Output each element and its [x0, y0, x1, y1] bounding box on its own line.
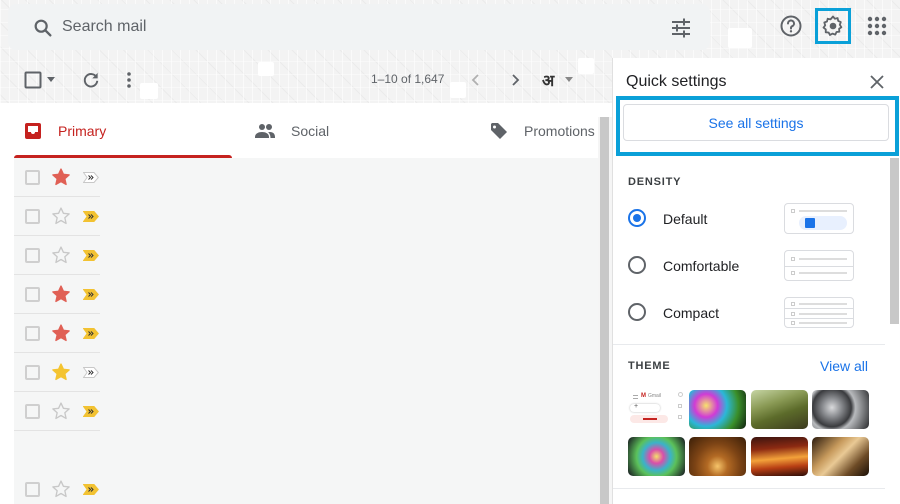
radio-button[interactable] — [628, 303, 646, 321]
caret-down-icon[interactable] — [565, 77, 573, 82]
tab-social[interactable]: Social — [255, 103, 329, 158]
quick-settings-title: Quick settings — [626, 73, 727, 90]
importance-marker-icon[interactable] — [83, 484, 99, 495]
caret-down-icon[interactable] — [47, 77, 55, 82]
importance-marker-icon[interactable] — [83, 328, 99, 339]
density-heading: DENSITY — [628, 176, 682, 188]
background-decoration — [140, 83, 158, 99]
close-icon[interactable] — [868, 73, 886, 91]
mail-row[interactable] — [14, 314, 100, 353]
background-decoration — [578, 58, 594, 74]
section-divider — [613, 488, 885, 489]
row-checkbox[interactable] — [25, 365, 40, 380]
density-preview-default — [784, 203, 854, 234]
star-outline-icon[interactable] — [51, 479, 71, 499]
importance-marker-icon[interactable] — [83, 211, 99, 222]
help-icon[interactable] — [779, 14, 803, 38]
see-all-settings-button[interactable]: See all settings — [623, 104, 889, 141]
star-filled-icon[interactable] — [51, 167, 71, 187]
star-outline-icon[interactable] — [51, 401, 71, 421]
theme-thumb-forest[interactable] — [751, 390, 808, 429]
inbox-icon — [25, 122, 41, 139]
theme-heading: THEME — [628, 360, 671, 372]
mail-row[interactable] — [14, 353, 100, 392]
star-filled-icon[interactable] — [51, 323, 71, 343]
row-checkbox[interactable] — [25, 287, 40, 302]
star-filled-icon[interactable] — [51, 362, 71, 382]
category-tabs: Primary Social Promotions — [0, 103, 598, 158]
importance-marker-icon[interactable] — [83, 367, 99, 378]
row-checkbox[interactable] — [25, 170, 40, 185]
star-filled-icon[interactable] — [51, 284, 71, 304]
select-all-checkbox[interactable] — [24, 71, 42, 89]
row-checkbox[interactable] — [25, 209, 40, 224]
row-checkbox[interactable] — [25, 404, 40, 419]
search-input[interactable] — [62, 12, 642, 42]
radio-button[interactable] — [628, 209, 646, 227]
search-bar — [8, 4, 710, 50]
row-checkbox[interactable] — [25, 248, 40, 263]
chevron-left-icon[interactable] — [471, 73, 481, 87]
gear-icon — [822, 15, 843, 36]
tab-primary[interactable]: Primary — [24, 103, 106, 158]
theme-thumb-default[interactable]: M Gmail + — [628, 390, 685, 429]
mail-row[interactable] — [14, 197, 100, 236]
theme-thumb-colorful-lights[interactable] — [628, 437, 685, 476]
search-icon[interactable] — [32, 17, 54, 39]
refresh-icon[interactable] — [81, 70, 101, 90]
page-info: 1–10 of 1,647 — [371, 72, 445, 86]
message-rows — [14, 158, 598, 504]
theme-thumb-grey-spheres[interactable] — [812, 390, 869, 429]
tune-icon[interactable] — [669, 16, 693, 40]
star-outline-icon[interactable] — [51, 245, 71, 265]
gmail-logo: M — [641, 393, 646, 399]
theme-thumb-canyon[interactable] — [751, 437, 808, 476]
people-icon — [255, 123, 275, 138]
background-decoration — [450, 82, 466, 98]
background-decoration — [258, 62, 274, 76]
input-tools-button[interactable]: अ — [542, 69, 554, 91]
mail-row[interactable] — [14, 392, 100, 431]
chevron-right-icon[interactable] — [510, 73, 520, 87]
mail-list-scrollbar[interactable] — [598, 117, 612, 504]
more-vert-icon[interactable] — [126, 71, 132, 89]
mail-row[interactable] — [14, 158, 100, 197]
mail-row[interactable] — [14, 470, 100, 504]
row-checkbox[interactable] — [25, 326, 40, 341]
quick-settings-panel: Quick settings See all settings DENSITY … — [612, 58, 900, 504]
tag-icon — [491, 122, 507, 139]
importance-marker-icon[interactable] — [83, 250, 99, 261]
view-all-themes-link[interactable]: View all — [820, 358, 868, 374]
row-checkbox[interactable] — [25, 482, 40, 497]
mail-list: Primary Social Promotions — [0, 103, 612, 504]
theme-thumb-chess[interactable] — [812, 437, 869, 476]
quick-settings-scrollbar[interactable] — [890, 158, 899, 324]
density-preview-comfortable — [784, 250, 854, 281]
scrollbar-thumb[interactable] — [600, 117, 609, 504]
mail-row[interactable] — [14, 236, 100, 275]
mail-row[interactable] — [14, 275, 100, 314]
radio-button[interactable] — [628, 256, 646, 274]
tab-promotions[interactable]: Promotions — [490, 103, 595, 158]
star-outline-icon[interactable] — [51, 206, 71, 226]
apps-grid-icon[interactable] — [865, 14, 889, 38]
background-decoration — [728, 28, 752, 48]
settings-button[interactable] — [815, 8, 851, 44]
section-divider — [613, 344, 885, 345]
importance-marker-icon[interactable] — [83, 289, 99, 300]
theme-thumb-rainbow-bokeh[interactable] — [689, 390, 746, 429]
importance-marker-icon[interactable] — [83, 406, 99, 417]
theme-thumb-wooden-tunnel[interactable] — [689, 437, 746, 476]
importance-marker-icon[interactable] — [83, 172, 99, 183]
density-preview-compact — [784, 297, 854, 328]
